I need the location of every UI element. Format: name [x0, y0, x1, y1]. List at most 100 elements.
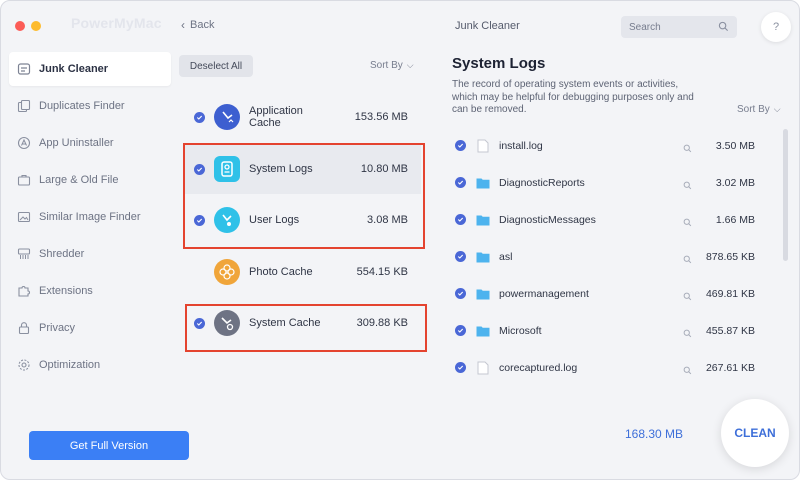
total-size: 168.30 MB	[625, 427, 684, 441]
photo-cache-icon	[214, 259, 240, 285]
sidebar-item-large-old-file[interactable]: Large & Old File	[9, 163, 171, 197]
file-row[interactable]: DiagnosticMessages 1.66 MB	[451, 201, 773, 238]
checkbox-checked[interactable]	[194, 214, 205, 226]
sidebar-item-junk-cleaner[interactable]: Junk Cleaner	[9, 52, 171, 86]
app-cache-icon	[214, 104, 240, 130]
file-name: DiagnosticMessages	[499, 213, 596, 226]
page-title: Junk Cleaner	[455, 20, 520, 32]
category-label: User Logs	[249, 214, 300, 226]
checkbox-checked[interactable]	[455, 140, 466, 151]
magnifier-icon[interactable]	[683, 214, 692, 232]
category-row-user-logs[interactable]: User Logs 3.08 MB	[183, 195, 421, 245]
checkbox-checked[interactable]	[194, 163, 205, 175]
sidebar-item-app-uninstaller[interactable]: App Uninstaller	[9, 126, 171, 160]
sort-by-dropdown[interactable]: Sort By ⌵	[370, 60, 414, 71]
checkbox-checked[interactable]	[455, 288, 466, 299]
file-size: 878.65 KB	[705, 250, 755, 263]
magnifier-icon[interactable]	[683, 362, 692, 380]
sidebar-item-label: Shredder	[39, 248, 85, 260]
magnifier-icon[interactable]	[683, 325, 692, 343]
sort-by-dropdown[interactable]: Sort By ⌵	[737, 104, 781, 115]
checkbox-checked[interactable]	[194, 317, 205, 329]
lock-icon	[17, 321, 31, 335]
back-label: Back	[190, 19, 215, 31]
file-row[interactable]: corecaptured.log 267.61 KB	[451, 349, 773, 386]
category-row-system-logs[interactable]: System Logs 10.80 MB	[183, 144, 421, 194]
system-cache-icon	[214, 310, 240, 336]
category-size: 309.88 KB	[356, 317, 408, 329]
chevron-down-icon: ⌵	[406, 60, 414, 70]
file-name: DiagnosticReports	[499, 176, 585, 189]
file-size: 3.02 MB	[715, 176, 755, 189]
magnifier-icon[interactable]	[683, 288, 692, 306]
file-size: 469.81 KB	[705, 287, 755, 300]
section-title: System Logs	[452, 55, 546, 72]
folder-icon	[476, 250, 490, 264]
sidebar-item-label: Similar Image Finder	[39, 211, 141, 223]
sidebar-item-label: Privacy	[39, 322, 76, 334]
file-size: 1.66 MB	[715, 213, 755, 226]
category-size: 3.08 MB	[367, 214, 408, 226]
category-label: System Logs	[249, 163, 313, 175]
file-name: powermanagement	[499, 287, 589, 300]
sidebar-item-label: App Uninstaller	[39, 137, 114, 149]
back-button[interactable]: ‹ Back	[181, 18, 214, 32]
clean-button[interactable]: CLEAN	[721, 399, 789, 467]
checkbox-checked[interactable]	[194, 111, 205, 123]
chevron-left-icon: ‹	[181, 18, 185, 32]
broom-icon	[17, 62, 31, 76]
category-size: 554.15 KB	[356, 266, 408, 278]
search-input[interactable]: Search	[621, 16, 737, 38]
magnifier-icon[interactable]	[683, 177, 692, 195]
scrollbar[interactable]	[783, 129, 788, 261]
image-icon	[17, 210, 31, 224]
category-row-system-cache[interactable]: System Cache 309.88 KB	[183, 298, 421, 348]
sidebar-item-shredder[interactable]: Shredder	[9, 237, 171, 271]
search-icon	[718, 21, 729, 35]
file-row[interactable]: DiagnosticReports 3.02 MB	[451, 164, 773, 201]
sidebar-item-privacy[interactable]: Privacy	[9, 311, 171, 345]
file-size: 3.50 MB	[715, 139, 755, 152]
checkbox-checked[interactable]	[455, 214, 466, 225]
sidebar-item-label: Duplicates Finder	[39, 100, 125, 112]
sidebar-item-label: Extensions	[39, 285, 93, 297]
user-logs-icon	[214, 207, 240, 233]
file-row[interactable]: Microsoft 455.87 KB	[451, 312, 773, 349]
shredder-icon	[17, 247, 31, 261]
sidebar-item-duplicates-finder[interactable]: Duplicates Finder	[9, 89, 171, 123]
magnifier-icon[interactable]	[683, 251, 692, 269]
category-row-photo-cache[interactable]: Photo Cache 554.15 KB	[183, 247, 421, 297]
sidebar-item-similar-image-finder[interactable]: Similar Image Finder	[9, 200, 171, 234]
sort-by-label: Sort By	[370, 60, 403, 71]
category-size: 153.56 MB	[354, 111, 408, 123]
file-name: install.log	[499, 139, 543, 152]
sidebar: Junk Cleaner Duplicates Finder App Unins…	[1, 1, 189, 479]
category-label: System Cache	[249, 317, 321, 329]
extension-icon	[17, 284, 31, 298]
chevron-down-icon: ⌵	[773, 104, 781, 114]
file-row[interactable]: powermanagement 469.81 KB	[451, 275, 773, 312]
get-full-version-button[interactable]: Get Full Version	[29, 431, 189, 460]
sidebar-item-optimization[interactable]: Optimization	[9, 348, 171, 382]
sidebar-item-extensions[interactable]: Extensions	[9, 274, 171, 308]
file-row[interactable]: install.log 3.50 MB	[451, 127, 773, 164]
checkbox-checked[interactable]	[455, 362, 466, 373]
file-icon	[476, 361, 490, 375]
deselect-all-button[interactable]: Deselect All	[179, 55, 253, 77]
magnifier-icon[interactable]	[683, 140, 692, 158]
file-icon	[476, 139, 490, 153]
category-row-application-cache[interactable]: Application Cache 153.56 MB	[183, 92, 421, 142]
folder-icon	[476, 324, 490, 338]
file-row[interactable]: asl 878.65 KB	[451, 238, 773, 275]
category-label: Photo Cache	[249, 266, 313, 278]
search-placeholder: Search	[629, 21, 661, 33]
checkbox-checked[interactable]	[455, 177, 466, 188]
file-name: corecaptured.log	[499, 361, 578, 374]
help-button[interactable]: ?	[761, 12, 791, 42]
sort-by-label: Sort By	[737, 104, 770, 115]
app-window: PowerMyMac Junk Cleaner Duplicates Finde…	[0, 0, 800, 480]
sidebar-item-label: Junk Cleaner	[39, 63, 109, 75]
uninstall-icon	[17, 136, 31, 150]
checkbox-checked[interactable]	[455, 325, 466, 336]
checkbox-checked[interactable]	[455, 251, 466, 262]
